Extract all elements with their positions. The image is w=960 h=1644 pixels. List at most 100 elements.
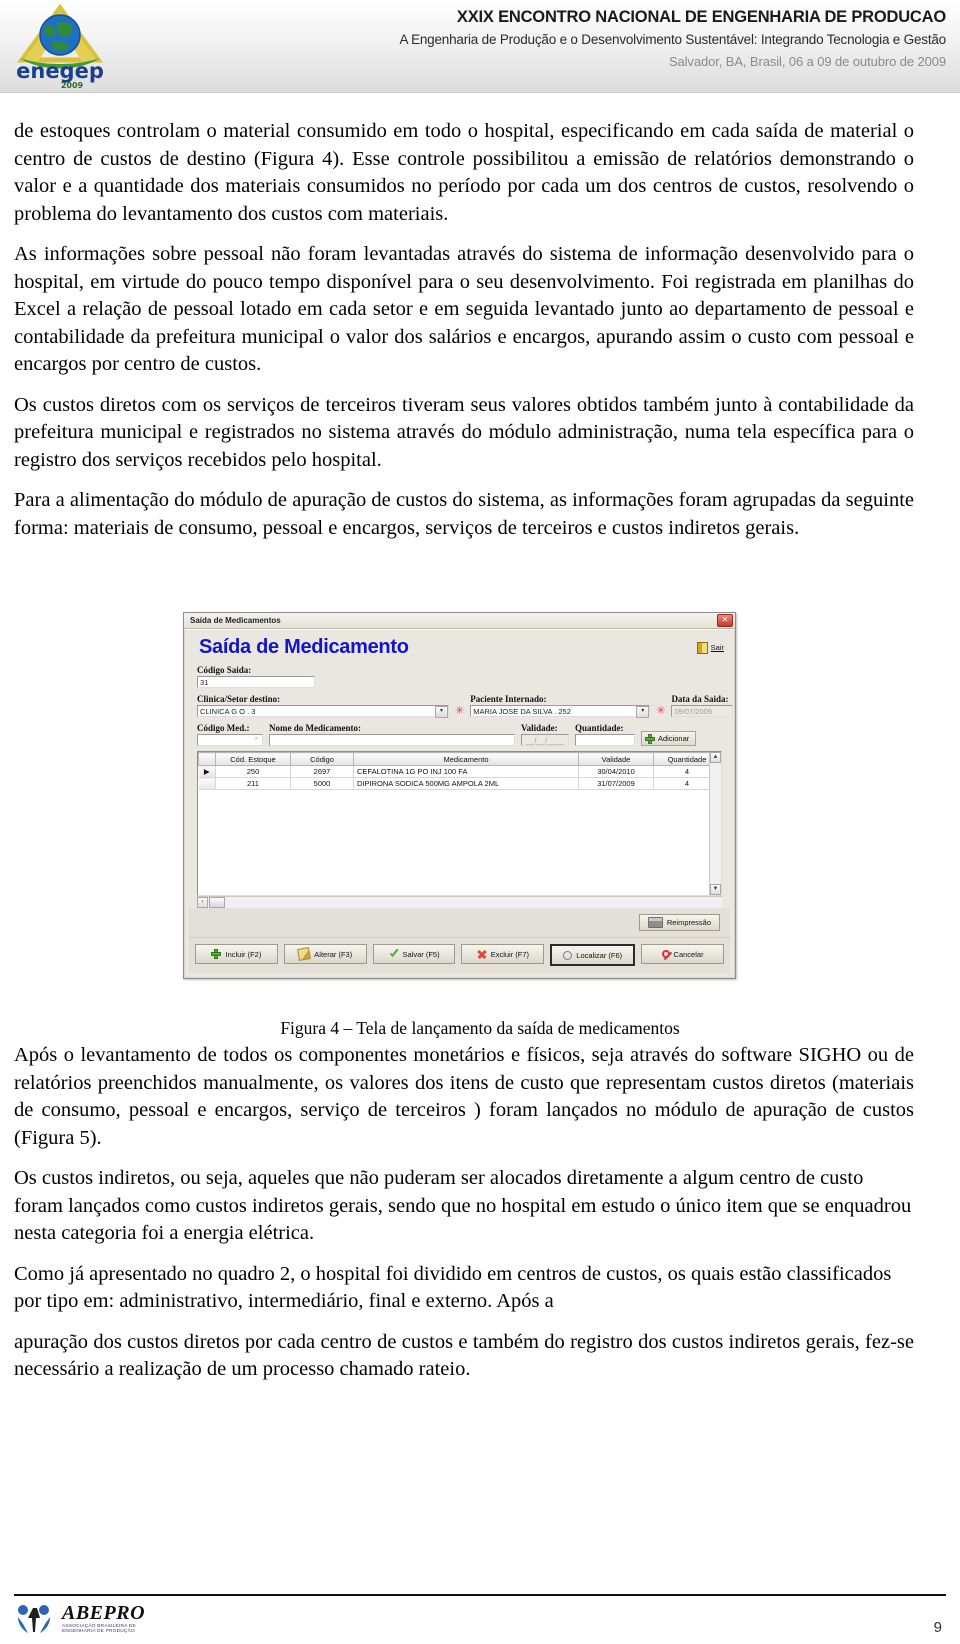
paragraph-8: apuração dos custos diretos por cada cen… [14, 1330, 914, 1381]
validade-field: Validade: __/__/____ [521, 723, 569, 746]
medicamento-entry-row: Código Med.: ⌕ Nome do Medicamento: Vali… [189, 723, 730, 746]
figure-caption: Figura 4 – Tela de lançamento da saída d… [280, 1018, 680, 1038]
codigo-saida-input[interactable]: 31 [197, 676, 315, 688]
data-saida-input[interactable]: 09/07/2009 [671, 705, 734, 717]
scroll-down-icon[interactable]: ▼ [710, 884, 721, 895]
close-icon[interactable]: ✕ [717, 614, 733, 627]
document-body-bottom: Após o levantamento de todos os componen… [14, 1042, 914, 1397]
x-icon [477, 949, 487, 959]
excluir-label: Excluir (F7) [490, 949, 530, 959]
search-icon[interactable]: ⌕ [251, 735, 262, 745]
codigo-med-combo[interactable]: ⌕ [197, 734, 263, 746]
header-text-block: XXIX ENCONTRO NACIONAL DE ENGENHARIA DE … [326, 8, 946, 69]
localizar-label: Localizar (F6) [576, 950, 623, 960]
medicamentos-grid[interactable]: Cód. Estoque Código Medicamento Validade… [197, 751, 722, 896]
quantidade-input[interactable] [575, 734, 635, 746]
nome-med-field: Nome do Medicamento: [269, 723, 515, 746]
nome-med-input[interactable] [269, 734, 515, 746]
paragraph-4: Para a alimentação do módulo de apuração… [14, 489, 914, 539]
paragraph-1: de estoques controlam o material consumi… [14, 120, 914, 225]
codigo-med-label: Código Med.: [197, 723, 250, 733]
window-body: Saída de Medicamento Sair Código Saida: … [184, 629, 735, 978]
printer-icon [647, 917, 663, 928]
cell-cod-estoque: 211 [215, 777, 291, 790]
paciente-label: Paciente Internado: [470, 694, 547, 704]
data-saida-field: Data da Saida: 09/07/2009 [671, 694, 734, 717]
paragraph-5: Após o levantamento de todos os componen… [14, 1044, 914, 1149]
data-saida-label: Data da Saida: [671, 694, 729, 704]
chevron-down-icon[interactable]: ▾ [435, 706, 448, 718]
excluir-button[interactable]: Excluir (F7) [461, 944, 545, 964]
cancelar-button[interactable]: Cancelar [641, 944, 724, 964]
cell-medicamento: CEFALOTINA 1G PO INJ 100 FA [353, 765, 579, 778]
svg-text:2009: 2009 [61, 81, 84, 90]
saida-medicamentos-window: Saída de Medicamentos ✕ Saída de Medicam… [183, 612, 736, 979]
localizar-button[interactable]: Localizar (F6) [550, 944, 636, 966]
chevron-down-icon[interactable]: ▾ [636, 706, 650, 718]
table-row[interactable]: 211 5000 DIPIRONA SODICA 500MG AMPOLA 2M… [198, 777, 721, 790]
alterar-button[interactable]: Alterar (F3) [283, 944, 367, 964]
paragraph-2: As informações sobre pessoal não foram l… [14, 243, 914, 375]
alterar-label: Alterar (F3) [314, 949, 353, 959]
salvar-button[interactable]: Salvar (F5) [372, 944, 456, 964]
scroll-left-icon[interactable]: ‹ [197, 897, 208, 908]
reimpressao-row: Reimpressão [189, 908, 730, 937]
codigo-med-field: Código Med.: ⌕ [197, 723, 263, 746]
table-header-row: Cód. Estoque Código Medicamento Validade… [198, 752, 721, 766]
incluir-button[interactable]: Incluir (F2) [195, 944, 278, 964]
codigo-saida-field: Código Saida: 31 [189, 665, 730, 688]
validade-label: Validade: [521, 723, 558, 733]
medicamentos-table: Cód. Estoque Código Medicamento Validade… [198, 752, 721, 790]
pencil-icon [297, 947, 312, 961]
row-marker-icon: ▶ [198, 765, 216, 778]
adicionar-label: Adicionar [658, 734, 690, 743]
abepro-sub-line-2: ENGENHARIA DE PRODUÇÃO [62, 1629, 135, 1634]
enegep-logo: enegep 2009 [16, 3, 104, 90]
conference-location-date: Salvador, BA, Brasil, 06 a 09 de outubro… [668, 54, 946, 69]
cell-cod-estoque: 250 [215, 765, 291, 778]
paciente-input[interactable]: MARIA JOSE DA SILVA . 252 [470, 705, 651, 717]
form-header: Saída de Medicamento Sair [189, 633, 730, 665]
paciente-field: Paciente Internado: MARIA JOSE DA SILVA … [470, 694, 651, 718]
cell-codigo: 5000 [290, 777, 354, 790]
col-codigo: Código [290, 752, 354, 766]
validade-input[interactable]: __/__/____ [521, 734, 569, 746]
destino-paciente-data-row: Clinica/Setor destino: CLINICA G O . 3 ▾… [189, 694, 734, 718]
sair-label: Sair [710, 643, 724, 652]
col-selector [198, 752, 216, 766]
sair-button[interactable]: Sair [696, 641, 724, 654]
grid-vertical-scrollbar[interactable]: ▲ ▼ [709, 752, 721, 895]
clinica-label: Clinica/Setor destino: [197, 694, 281, 704]
conference-theme: A Engenharia de Produção e o Desenvolvim… [399, 32, 946, 47]
clinica-required-icon: ✳ [455, 705, 465, 717]
door-icon [696, 641, 708, 654]
abepro-text-block: ABEPRO ASSOCIAÇÃO BRASILEIRA DE ENGENHAR… [62, 1603, 145, 1635]
hscroll-thumb[interactable] [209, 897, 225, 908]
cancelar-label: Cancelar [673, 949, 704, 959]
page-number: 9 [933, 1619, 942, 1636]
page-header: enegep 2009 XXIX ENCONTRO NACIONAL DE EN… [0, 0, 960, 93]
magnifier-icon [563, 950, 573, 960]
nome-med-label: Nome do Medicamento: [269, 723, 361, 733]
col-medicamento: Medicamento [353, 752, 579, 766]
clinica-combo[interactable]: CLINICA G O . 3 ▾ [197, 705, 449, 718]
scroll-up-icon[interactable]: ▲ [710, 752, 721, 763]
codigo-saida-label: Código Saida: [197, 665, 252, 675]
paciente-combo[interactable]: MARIA JOSE DA SILVA . 252 ▾ [470, 705, 651, 718]
check-icon [389, 949, 399, 959]
conference-title: XXIX ENCONTRO NACIONAL DE ENGENHARIA DE … [456, 8, 946, 26]
reimpressao-button[interactable]: Reimpressão [638, 914, 720, 931]
cell-validade: 30/04/2010 [578, 765, 654, 778]
ban-icon [661, 950, 670, 958]
table-row[interactable]: ▶ 250 2697 CEFALOTINA 1G PO INJ 100 FA 3… [198, 765, 721, 778]
abepro-name: ABEPRO [62, 1602, 146, 1625]
form-title: Saída de Medicamento [199, 636, 409, 658]
grid-horizontal-scrollbar[interactable]: ‹ [197, 896, 722, 908]
plus-icon [211, 949, 222, 959]
reimpressao-label: Reimpressão [666, 918, 711, 927]
clinica-input[interactable]: CLINICA G O . 3 [197, 705, 449, 717]
plus-icon [645, 733, 655, 744]
adicionar-button[interactable]: Adicionar [641, 731, 697, 746]
salvar-label: Salvar (F5) [402, 949, 440, 959]
window-title: Saída de Medicamentos [190, 616, 281, 625]
